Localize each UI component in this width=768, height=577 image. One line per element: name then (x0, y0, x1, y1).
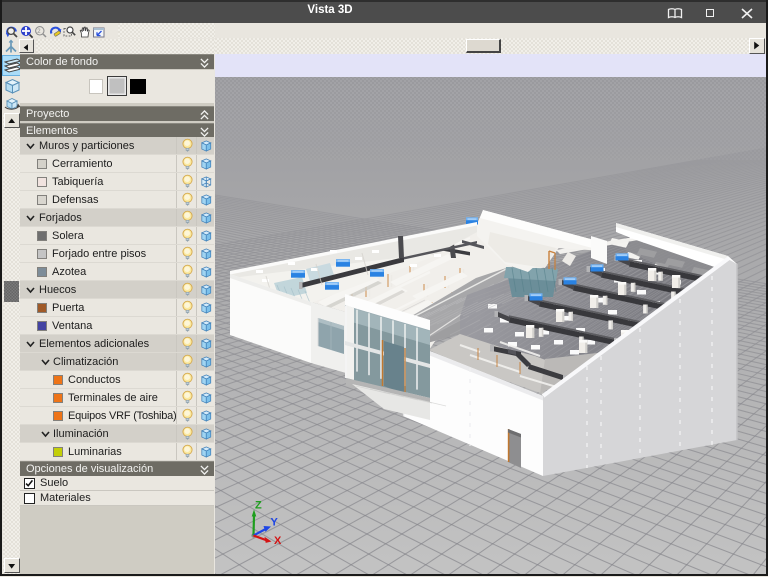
svg-text:Z: Z (255, 500, 262, 512)
svg-text:Y: Y (271, 517, 279, 529)
svg-text:X: X (274, 535, 282, 547)
svg-text:2: 2 (37, 29, 41, 35)
